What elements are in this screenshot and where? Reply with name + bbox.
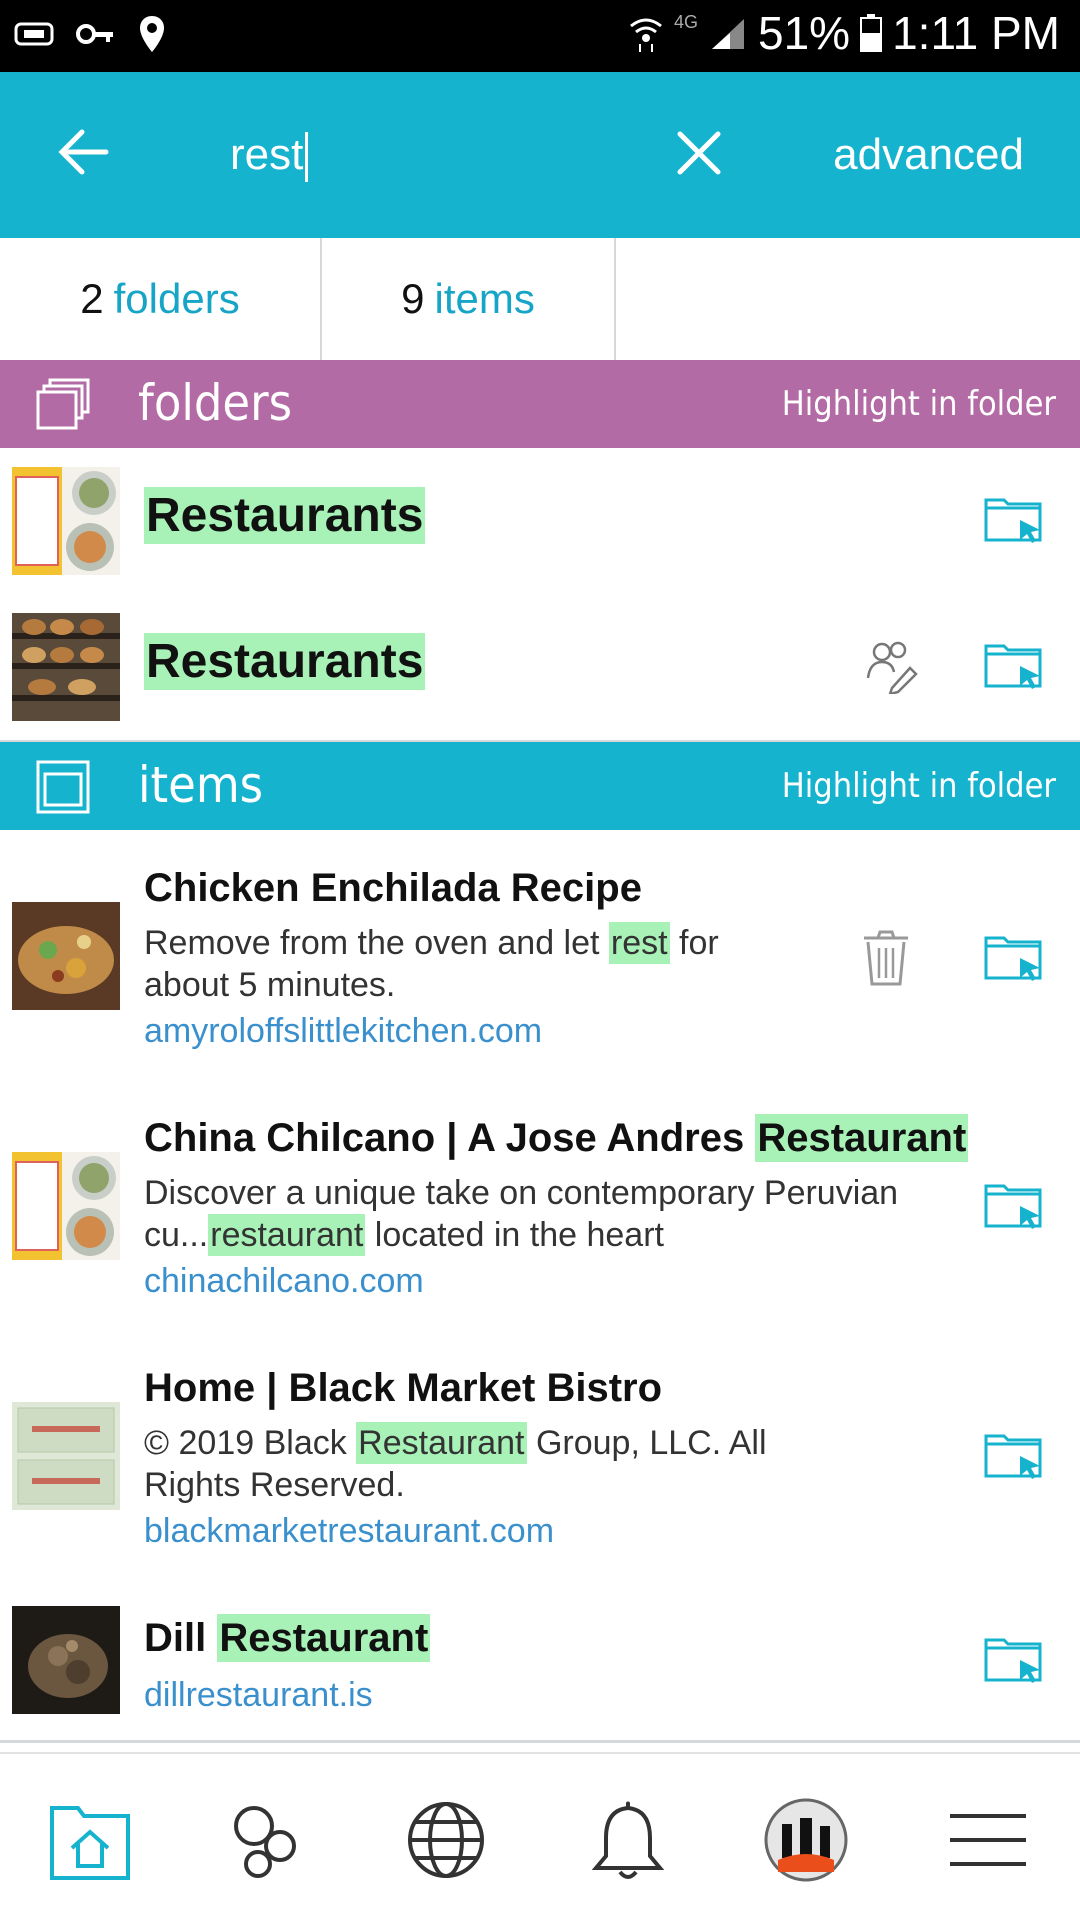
item-title: Chicken Enchilada Recipe — [144, 866, 642, 911]
folders-highlight-label[interactable]: Highlight in folder — [782, 384, 1056, 424]
folder-title: Restaurants — [144, 633, 426, 690]
food-bowls-thumbnail — [12, 467, 120, 575]
avatar[interactable] — [764, 1798, 848, 1882]
tab-items[interactable]: 9 items — [322, 238, 616, 360]
food-bowls-thumbnail — [12, 1152, 120, 1260]
wifi-icon — [630, 18, 662, 52]
folder-title: Restaurants — [144, 487, 426, 544]
item-title-highlight: Restaurant — [755, 1114, 969, 1162]
item-title: Home | Black Market Bistro — [144, 1366, 662, 1411]
item-snippet: © 2019 Black Restaurant Group, LLC. All … — [144, 1422, 824, 1506]
battery-percent: 51% — [758, 7, 851, 59]
search-query-text: rest — [230, 130, 304, 179]
location-icon — [140, 16, 164, 52]
dill-dish-thumbnail — [12, 1606, 120, 1714]
sim-icon — [14, 22, 54, 46]
clear-search-icon[interactable] — [676, 130, 722, 176]
bottom-navigation — [0, 1752, 1080, 1922]
snippet-text: located in the heart — [365, 1216, 664, 1254]
folder-cursor-icon[interactable] — [984, 1180, 1044, 1230]
item-title-text: Dill — [144, 1616, 218, 1660]
folder-cursor-icon[interactable] — [984, 932, 1044, 982]
bakery-shelf-thumbnail — [12, 613, 120, 721]
item-row[interactable]: Home | Black Market Bistro © 2019 Black … — [0, 1330, 1080, 1583]
item-title-highlight: Restaurant — [217, 1614, 431, 1662]
network-type: 4G — [674, 12, 699, 32]
folders-count: 2 — [80, 275, 104, 322]
folder-cursor-icon[interactable] — [984, 640, 1044, 690]
window-icon — [36, 760, 90, 814]
items-section-header: items Highlight in folder — [0, 742, 1080, 830]
folder-row[interactable]: Restaurants — [0, 448, 1080, 597]
item-domain-link[interactable]: amyroloffslittlekitchen.com — [144, 1012, 542, 1051]
tab-folders[interactable]: 2 folders — [0, 238, 322, 360]
globe-icon[interactable] — [404, 1798, 488, 1882]
menu-card-thumbnail — [12, 1402, 120, 1510]
advanced-search-button[interactable]: advanced — [833, 130, 1024, 180]
item-domain-link[interactable]: blackmarketrestaurant.com — [144, 1512, 554, 1551]
battery-icon — [860, 14, 883, 52]
snippet-highlight: restaurant — [208, 1214, 366, 1256]
folder-cursor-icon[interactable] — [984, 1430, 1044, 1480]
folders-stack-icon — [36, 378, 90, 430]
item-title: China Chilcano | A Jose Andres Restauran… — [144, 1114, 969, 1162]
search-input[interactable]: rest — [230, 130, 309, 183]
items-highlight-label[interactable]: Highlight in folder — [782, 766, 1056, 806]
trash-icon[interactable] — [862, 930, 910, 986]
item-title-text: China Chilcano | A Jose Andres — [144, 1116, 756, 1160]
snippet-text: Remove from the oven and let — [144, 924, 609, 962]
enchilada-thumbnail — [12, 902, 120, 1010]
item-domain-link[interactable]: chinachilcano.com — [144, 1262, 424, 1301]
result-count-tabs: 2 folders 9 items — [0, 238, 1080, 362]
items-section-title: items — [138, 756, 264, 814]
home-folder-icon[interactable] — [48, 1798, 132, 1882]
items-count: 9 — [401, 275, 425, 322]
menu-icon[interactable] — [946, 1798, 1030, 1882]
snippet-text: © 2019 Black — [144, 1424, 357, 1462]
snippet-highlight: rest — [608, 922, 670, 964]
key-icon — [76, 24, 113, 44]
bell-icon[interactable] — [586, 1798, 670, 1882]
snippet-highlight: Restaurant — [356, 1422, 527, 1464]
folder-cursor-icon[interactable] — [984, 494, 1044, 544]
item-title: Dill Restaurant — [144, 1614, 431, 1662]
signal-icon — [712, 19, 745, 49]
item-row[interactable]: Dill Restaurant dillrestaurant.is — [0, 1580, 1080, 1743]
status-bar: 4G 51% 1:11 PM — [0, 0, 1080, 72]
text-cursor — [305, 132, 309, 183]
folder-title-highlight: Restaurants — [144, 633, 426, 690]
folder-row[interactable]: Restaurants — [0, 594, 1080, 743]
folder-title-highlight: Restaurants — [144, 487, 426, 544]
back-arrow-icon[interactable] — [56, 124, 112, 180]
item-row[interactable]: China Chilcano | A Jose Andres Restauran… — [0, 1080, 1080, 1333]
folders-count-label: folders — [113, 275, 240, 322]
shared-users-icon[interactable] — [862, 638, 918, 694]
item-snippet: Remove from the oven and let rest for ab… — [144, 922, 794, 1006]
item-domain-link[interactable]: dillrestaurant.is — [144, 1676, 373, 1715]
search-bar: rest advanced — [0, 72, 1080, 238]
clock: 1:11 PM — [892, 7, 1060, 59]
folders-section-title: folders — [138, 374, 293, 432]
item-title-text: Chicken Enchilada Recipe — [144, 866, 642, 910]
item-snippet: Discover a unique take on contemporary P… — [144, 1172, 964, 1256]
tab-empty — [616, 238, 1080, 360]
circles-icon[interactable] — [224, 1798, 308, 1882]
folder-cursor-icon[interactable] — [984, 1634, 1044, 1684]
folders-section-header: folders Highlight in folder — [0, 360, 1080, 448]
item-row[interactable]: Chicken Enchilada Recipe Remove from the… — [0, 832, 1080, 1083]
items-count-label: items — [434, 275, 535, 322]
item-title-text: Home | Black Market Bistro — [144, 1366, 663, 1410]
